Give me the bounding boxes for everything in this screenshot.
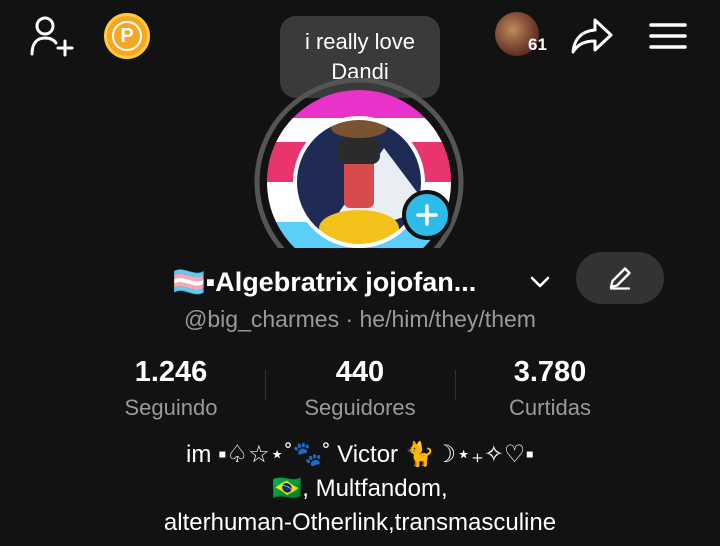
followers-label: Seguidores: [304, 395, 416, 420]
plus-icon: [416, 204, 438, 226]
pencil-icon: [609, 267, 631, 290]
following-label: Seguindo: [124, 395, 218, 420]
note-line-1: i really love: [304, 29, 416, 54]
likes-label: Curtidas: [509, 395, 591, 420]
profile-bio: im ▪♤☆⋆˚🐾˚ Victor 🐈☽⋆₊✧♡▪ 🇧🇷, Multfandom…: [0, 438, 720, 540]
likes-stat[interactable]: 3.780 Curtidas: [450, 356, 650, 421]
following-count: 1.246: [134, 356, 208, 388]
person-plus-icon: [30, 16, 74, 57]
display-name: 🏳️‍⚧️▪Algebratrix jojofan...: [172, 267, 477, 297]
menu-button[interactable]: [646, 14, 690, 58]
add-friend-button[interactable]: [26, 12, 76, 60]
add-story-button[interactable]: [402, 190, 452, 240]
visitor-count: 61: [528, 35, 547, 54]
username-pronouns: @big_charmes · he/him/they/them: [184, 306, 536, 332]
followers-count: 440: [335, 356, 385, 388]
likes-count: 3.780: [513, 356, 587, 388]
bio-line-1: im ▪♤☆⋆˚🐾˚ Victor 🐈☽⋆₊✧♡▪: [186, 441, 534, 468]
following-stat[interactable]: 1.246 Seguindo: [71, 356, 271, 421]
bio-line-3: alterhuman-Otherlink,transmasculine: [163, 509, 557, 536]
share-arrow-icon: [571, 18, 613, 54]
coin-icon: P: [112, 21, 142, 51]
share-button[interactable]: [568, 14, 616, 58]
followers-stat[interactable]: 440 Seguidores: [260, 356, 460, 421]
edit-profile-button[interactable]: [576, 252, 664, 304]
chevron-down-icon[interactable]: [528, 270, 552, 294]
coins-button[interactable]: P: [104, 13, 150, 59]
bio-line-2: 🇧🇷, Multfandom,: [272, 475, 448, 502]
hamburger-menu-icon: [649, 23, 687, 49]
